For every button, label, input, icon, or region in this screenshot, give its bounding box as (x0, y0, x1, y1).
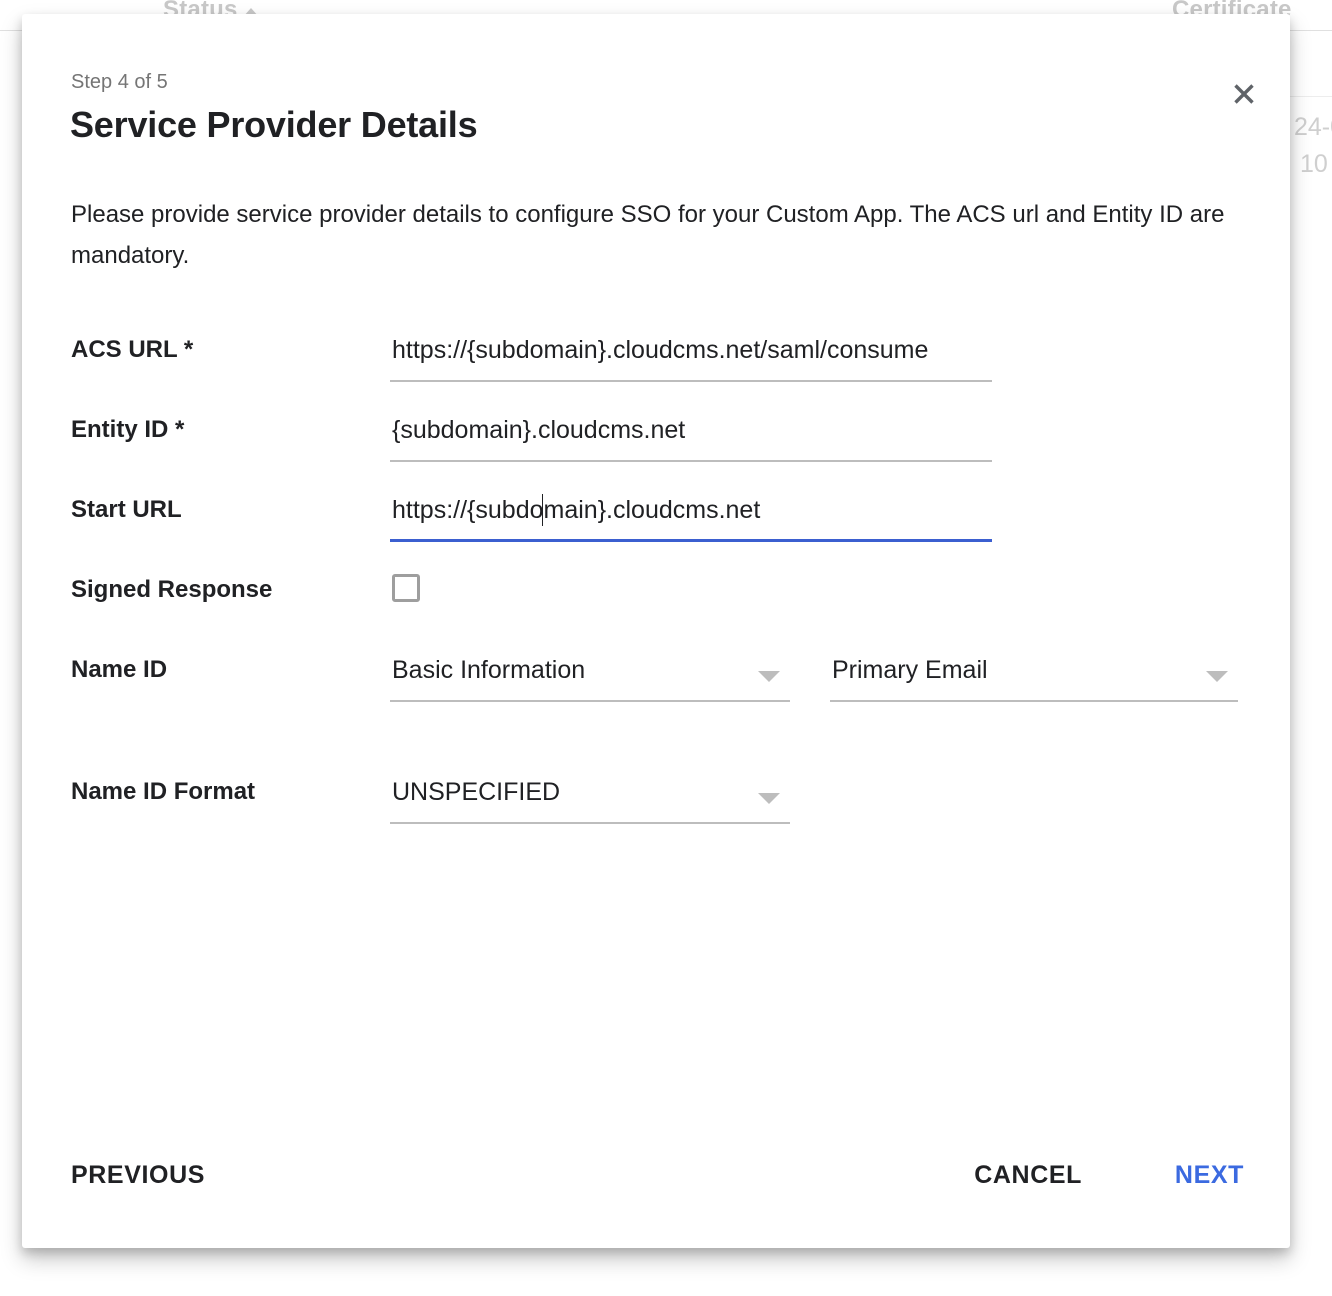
chevron-down-icon (758, 793, 780, 804)
name-id-format-select[interactable]: UNSPECIFIED (390, 768, 790, 824)
signed-response-label: Signed Response (71, 576, 272, 604)
service-provider-details-dialog: Step 4 of 5 Service Provider Details Ple… (22, 14, 1290, 1248)
previous-button[interactable]: PREVIOUS (71, 1161, 205, 1190)
entity-id-label: Entity ID * (71, 416, 184, 444)
acs-url-label: ACS URL * (71, 336, 193, 364)
field-row-acs-url: ACS URL * https://{subdomain}.cloudcms.n… (22, 314, 1290, 394)
name-id-attribute-value: Primary Email (832, 656, 988, 685)
dialog-description: Please provide service provider details … (71, 194, 1241, 276)
chevron-down-icon (1206, 671, 1228, 682)
field-row-signed-response: Signed Response (22, 554, 1290, 634)
acs-url-input[interactable]: https://{subdomain}.cloudcms.net/saml/co… (390, 326, 992, 382)
next-button[interactable]: NEXT (1175, 1161, 1244, 1190)
name-id-label: Name ID (71, 656, 167, 684)
background-row-divider (1290, 96, 1332, 97)
name-id-attribute-select[interactable]: Primary Email (830, 646, 1238, 702)
background-cell-partial-time: 10 (1300, 150, 1328, 179)
page-title: Service Provider Details (70, 104, 477, 146)
field-row-entity-id: Entity ID * {subdomain}.cloudcms.net (22, 394, 1290, 474)
start-url-value: https://{subdomain}.cloudcms.net (392, 496, 760, 525)
name-id-format-label: Name ID Format (71, 778, 255, 806)
field-row-start-url: Start URL https://{subdomain}.cloudcms.n… (22, 474, 1290, 554)
start-url-input[interactable]: https://{subdomain}.cloudcms.net (390, 486, 992, 542)
background-cell-partial-date: 24-0 (1294, 113, 1332, 142)
dialog-footer: PREVIOUS CANCEL NEXT (22, 1138, 1290, 1248)
entity-id-value: {subdomain}.cloudcms.net (392, 416, 685, 445)
start-url-label: Start URL (71, 496, 182, 524)
close-icon[interactable] (1220, 70, 1268, 118)
signed-response-checkbox[interactable] (392, 574, 420, 602)
entity-id-input[interactable]: {subdomain}.cloudcms.net (390, 406, 992, 462)
field-row-name-id-format: Name ID Format UNSPECIFIED (22, 756, 1290, 836)
cancel-button[interactable]: CANCEL (974, 1161, 1082, 1190)
step-indicator: Step 4 of 5 (71, 71, 168, 94)
field-row-name-id: Name ID Basic Information Primary Email (22, 634, 1290, 714)
name-id-category-value: Basic Information (392, 656, 585, 685)
chevron-down-icon (758, 671, 780, 682)
text-cursor (542, 494, 543, 526)
acs-url-value: https://{subdomain}.cloudcms.net/saml/co… (392, 336, 928, 365)
name-id-format-value: UNSPECIFIED (392, 778, 560, 807)
form-spacer (22, 714, 1290, 756)
name-id-category-select[interactable]: Basic Information (390, 646, 790, 702)
service-provider-form: ACS URL * https://{subdomain}.cloudcms.n… (22, 314, 1290, 836)
